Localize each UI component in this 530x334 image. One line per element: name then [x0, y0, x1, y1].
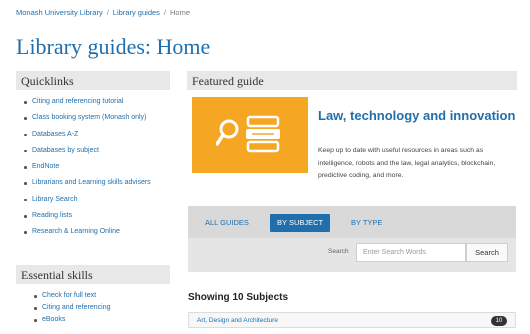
- quicklink-item[interactable]: Library Search: [24, 196, 170, 212]
- breadcrumb: Monash University Library / Library guides…: [16, 8, 190, 17]
- breadcrumb-current: Home: [170, 8, 191, 17]
- quicklink-item[interactable]: Class booking system (Monash only): [24, 114, 170, 130]
- search-input[interactable]: Enter Search Words: [356, 243, 466, 262]
- breadcrumb-separator: /: [163, 8, 166, 17]
- subject-row[interactable]: Art, Design and Architecture 10: [188, 312, 516, 328]
- essential-skills-list: Check for full text Citing and referenci…: [34, 292, 111, 328]
- featured-guide-image[interactable]: [192, 97, 308, 173]
- quicklinks-list: Citing and referencing tutorial Class bo…: [16, 90, 170, 245]
- magnifier-books-icon: [216, 115, 280, 153]
- quicklink-item[interactable]: Reading lists: [24, 212, 170, 228]
- essential-skill-item[interactable]: eBooks: [34, 316, 111, 328]
- guide-browser: ALL GUIDES BY SUBJECT BY TYPE Search Ent…: [188, 206, 516, 272]
- essential-skill-item[interactable]: Citing and referencing: [34, 304, 111, 316]
- subject-name[interactable]: Art, Design and Architecture: [197, 317, 278, 324]
- essential-skills-heading: Essential skills: [16, 265, 170, 284]
- breadcrumb-link-guides[interactable]: Library guides: [113, 8, 160, 17]
- breadcrumb-separator: /: [106, 8, 109, 17]
- quicklinks-heading: Quicklinks: [16, 71, 170, 90]
- featured-guide-title[interactable]: Law, technology and innovation: [318, 108, 518, 123]
- guide-tabs: ALL GUIDES BY SUBJECT BY TYPE: [188, 206, 516, 238]
- featured-guide-panel: Featured guide: [187, 71, 517, 90]
- featured-guide-description: Keep up to date with useful resources in…: [318, 147, 496, 179]
- quicklink-item[interactable]: Librarians and Learning skills advisers: [24, 179, 170, 195]
- quicklink-item[interactable]: Research & Learning Online: [24, 228, 170, 244]
- tab-by-type[interactable]: BY TYPE: [344, 214, 389, 232]
- search-label: Search: [328, 248, 349, 255]
- subject-count-badge: 10: [491, 316, 507, 326]
- search-button[interactable]: Search: [466, 243, 508, 262]
- featured-guide-heading: Featured guide: [187, 71, 517, 90]
- quicklink-item[interactable]: Citing and referencing tutorial: [24, 98, 170, 114]
- quicklinks-panel: Quicklinks Citing and referencing tutori…: [16, 71, 170, 245]
- essential-skill-item[interactable]: Check for full text: [34, 292, 111, 304]
- essential-skills-panel: Essential skills: [16, 265, 170, 284]
- page-title: Library guides: Home: [16, 34, 211, 59]
- quicklink-item[interactable]: EndNote: [24, 163, 170, 179]
- tab-all-guides[interactable]: ALL GUIDES: [198, 214, 256, 232]
- subjects-heading: Showing 10 Subjects: [188, 292, 289, 303]
- quicklink-item[interactable]: Databases A-Z: [24, 131, 170, 147]
- tab-by-subject[interactable]: BY SUBJECT: [270, 214, 331, 232]
- quicklink-item[interactable]: Databases by subject: [24, 147, 170, 163]
- breadcrumb-link-library[interactable]: Monash University Library: [16, 8, 103, 17]
